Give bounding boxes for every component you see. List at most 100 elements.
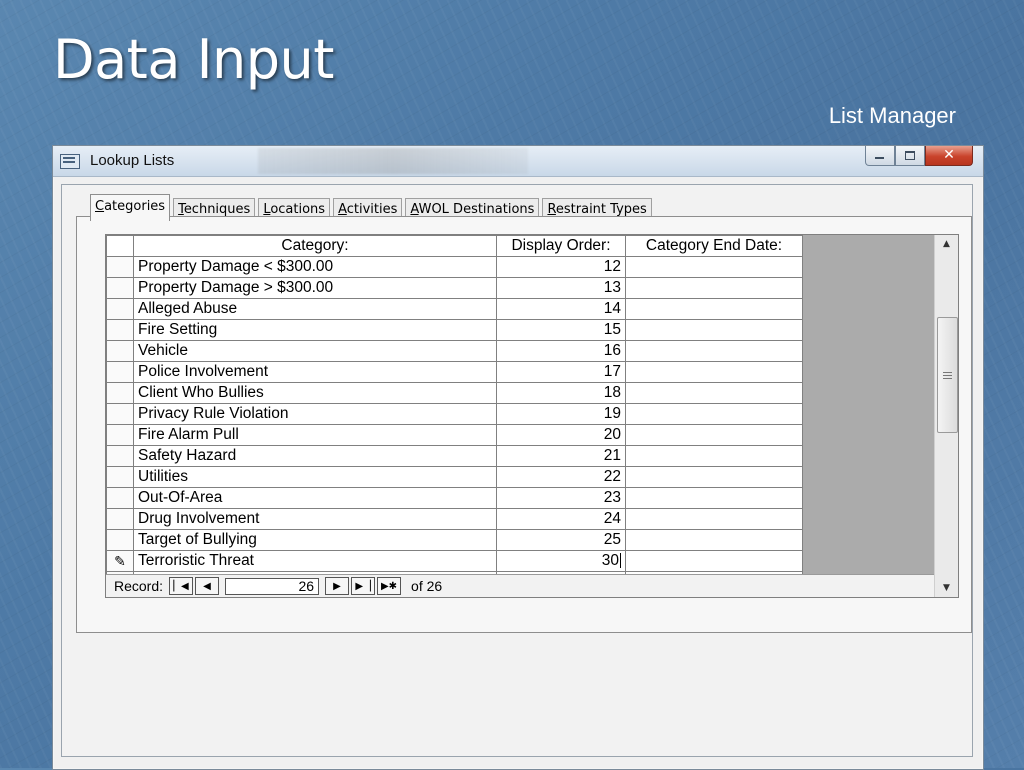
category-cell[interactable]: Fire Setting [133,319,497,341]
end-date-cell[interactable] [625,361,803,383]
table-row[interactable]: Utilities 22 [106,466,803,488]
display-order-cell[interactable]: 25 [496,529,626,551]
tab-categories[interactable]: Categories [90,194,171,221]
category-cell[interactable]: Drug Involvement [133,508,497,530]
row-selector[interactable] [106,445,134,467]
display-order-cell[interactable]: 23 [496,487,626,509]
display-order-cell[interactable]: 12 [496,256,626,278]
next-record-button[interactable]: ▶ [325,577,350,595]
category-cell[interactable]: Terroristic Threat [133,550,497,572]
table-row[interactable]: Fire Alarm Pull 20 [106,424,803,446]
display-order-cell[interactable]: 13 [496,277,626,299]
scroll-thumb[interactable] [937,317,958,433]
new-record-button[interactable]: ▶✱ [377,577,402,595]
end-date-cell[interactable] [625,319,803,341]
end-date-cell[interactable] [625,445,803,467]
display-order-cell[interactable]: 15 [496,319,626,341]
end-date-cell[interactable] [625,466,803,488]
previous-record-button[interactable]: ◀ [195,577,220,595]
tab-label: ctivities [346,202,398,217]
table-row[interactable]: ✎ Terroristic Threat 30 [106,550,803,572]
category-cell[interactable]: Fire Alarm Pull [133,424,497,446]
end-date-cell[interactable] [625,256,803,278]
category-cell[interactable]: Property Damage > $300.00 [133,277,497,299]
end-date-cell[interactable] [625,382,803,404]
row-selector[interactable] [106,340,134,362]
table-row[interactable]: Property Damage < $300.00 12 [106,256,803,278]
end-date-cell[interactable] [625,508,803,530]
row-selector[interactable] [106,487,134,509]
table-row[interactable]: Vehicle 16 [106,340,803,362]
row-selector[interactable] [106,361,134,383]
row-selector[interactable]: ✎ [106,550,134,572]
display-order-cell[interactable]: 18 [496,382,626,404]
display-order-cell[interactable]: 14 [496,298,626,320]
table-row[interactable]: Alleged Abuse 14 [106,298,803,320]
display-order-cell[interactable]: 20 [496,424,626,446]
column-header-end-date[interactable]: Category End Date: [625,235,803,257]
row-selector[interactable] [106,256,134,278]
table-row[interactable]: Police Involvement 17 [106,361,803,383]
display-order-cell[interactable]: 30 [496,550,626,572]
category-cell[interactable]: Target of Bullying [133,529,497,551]
minimize-icon [875,157,884,159]
table-row[interactable]: Privacy Rule Violation 19 [106,403,803,425]
current-record-input[interactable]: 26 [225,577,320,595]
end-date-cell[interactable] [625,403,803,425]
display-order-cell[interactable]: 22 [496,466,626,488]
scroll-up-icon[interactable]: ▲ [935,235,958,253]
window-titlebar[interactable]: Lookup Lists ✕ [53,146,983,177]
category-cell[interactable]: Police Involvement [133,361,497,383]
column-header-display-order[interactable]: Display Order: [496,235,626,257]
vertical-scrollbar[interactable]: ▲ ▼ [934,235,958,597]
select-all-cell[interactable] [106,235,134,257]
row-selector[interactable] [106,508,134,530]
row-selector[interactable] [106,319,134,341]
last-record-button[interactable]: ▶▕ [351,577,376,595]
table-row[interactable]: Client Who Bullies 18 [106,382,803,404]
row-selector[interactable] [106,382,134,404]
row-selector[interactable] [106,298,134,320]
row-selector[interactable] [106,466,134,488]
table-row[interactable]: Target of Bullying 25 [106,529,803,551]
scroll-down-icon[interactable]: ▼ [935,579,958,597]
category-cell[interactable]: Vehicle [133,340,497,362]
end-date-cell[interactable] [625,298,803,320]
end-date-cell[interactable] [625,550,803,572]
close-button[interactable]: ✕ [925,146,973,166]
row-selector[interactable] [106,424,134,446]
row-selector[interactable] [106,529,134,551]
display-order-cell[interactable]: 17 [496,361,626,383]
category-cell[interactable]: Utilities [133,466,497,488]
category-cell[interactable]: Safety Hazard [133,445,497,467]
tab-label: echniques [183,202,251,217]
tab-accelerator: A [338,202,347,217]
column-header-category[interactable]: Category: [133,235,497,257]
end-date-cell[interactable] [625,487,803,509]
table-row[interactable]: Property Damage > $300.00 13 [106,277,803,299]
pencil-icon: ✎ [114,552,126,569]
row-selector[interactable] [106,403,134,425]
category-cell[interactable]: Client Who Bullies [133,382,497,404]
first-record-button[interactable]: ▏◀ [169,577,194,595]
end-date-cell[interactable] [625,424,803,446]
display-order-cell[interactable]: 24 [496,508,626,530]
category-cell[interactable]: Out-Of-Area [133,487,497,509]
row-selector[interactable] [106,277,134,299]
category-cell[interactable]: Property Damage < $300.00 [133,256,497,278]
end-date-cell[interactable] [625,529,803,551]
end-date-cell[interactable] [625,340,803,362]
table-row[interactable]: Safety Hazard 21 [106,445,803,467]
table-row[interactable]: Drug Involvement 24 [106,508,803,530]
display-order-cell[interactable]: 19 [496,403,626,425]
window-title: Lookup Lists [90,152,175,169]
category-cell[interactable]: Alleged Abuse [133,298,497,320]
table-row[interactable]: Out-Of-Area 23 [106,487,803,509]
category-cell[interactable]: Privacy Rule Violation [133,403,497,425]
maximize-button[interactable] [895,146,925,166]
table-row[interactable]: Fire Setting 15 [106,319,803,341]
end-date-cell[interactable] [625,277,803,299]
display-order-cell[interactable]: 16 [496,340,626,362]
minimize-button[interactable] [865,146,895,166]
display-order-cell[interactable]: 21 [496,445,626,467]
